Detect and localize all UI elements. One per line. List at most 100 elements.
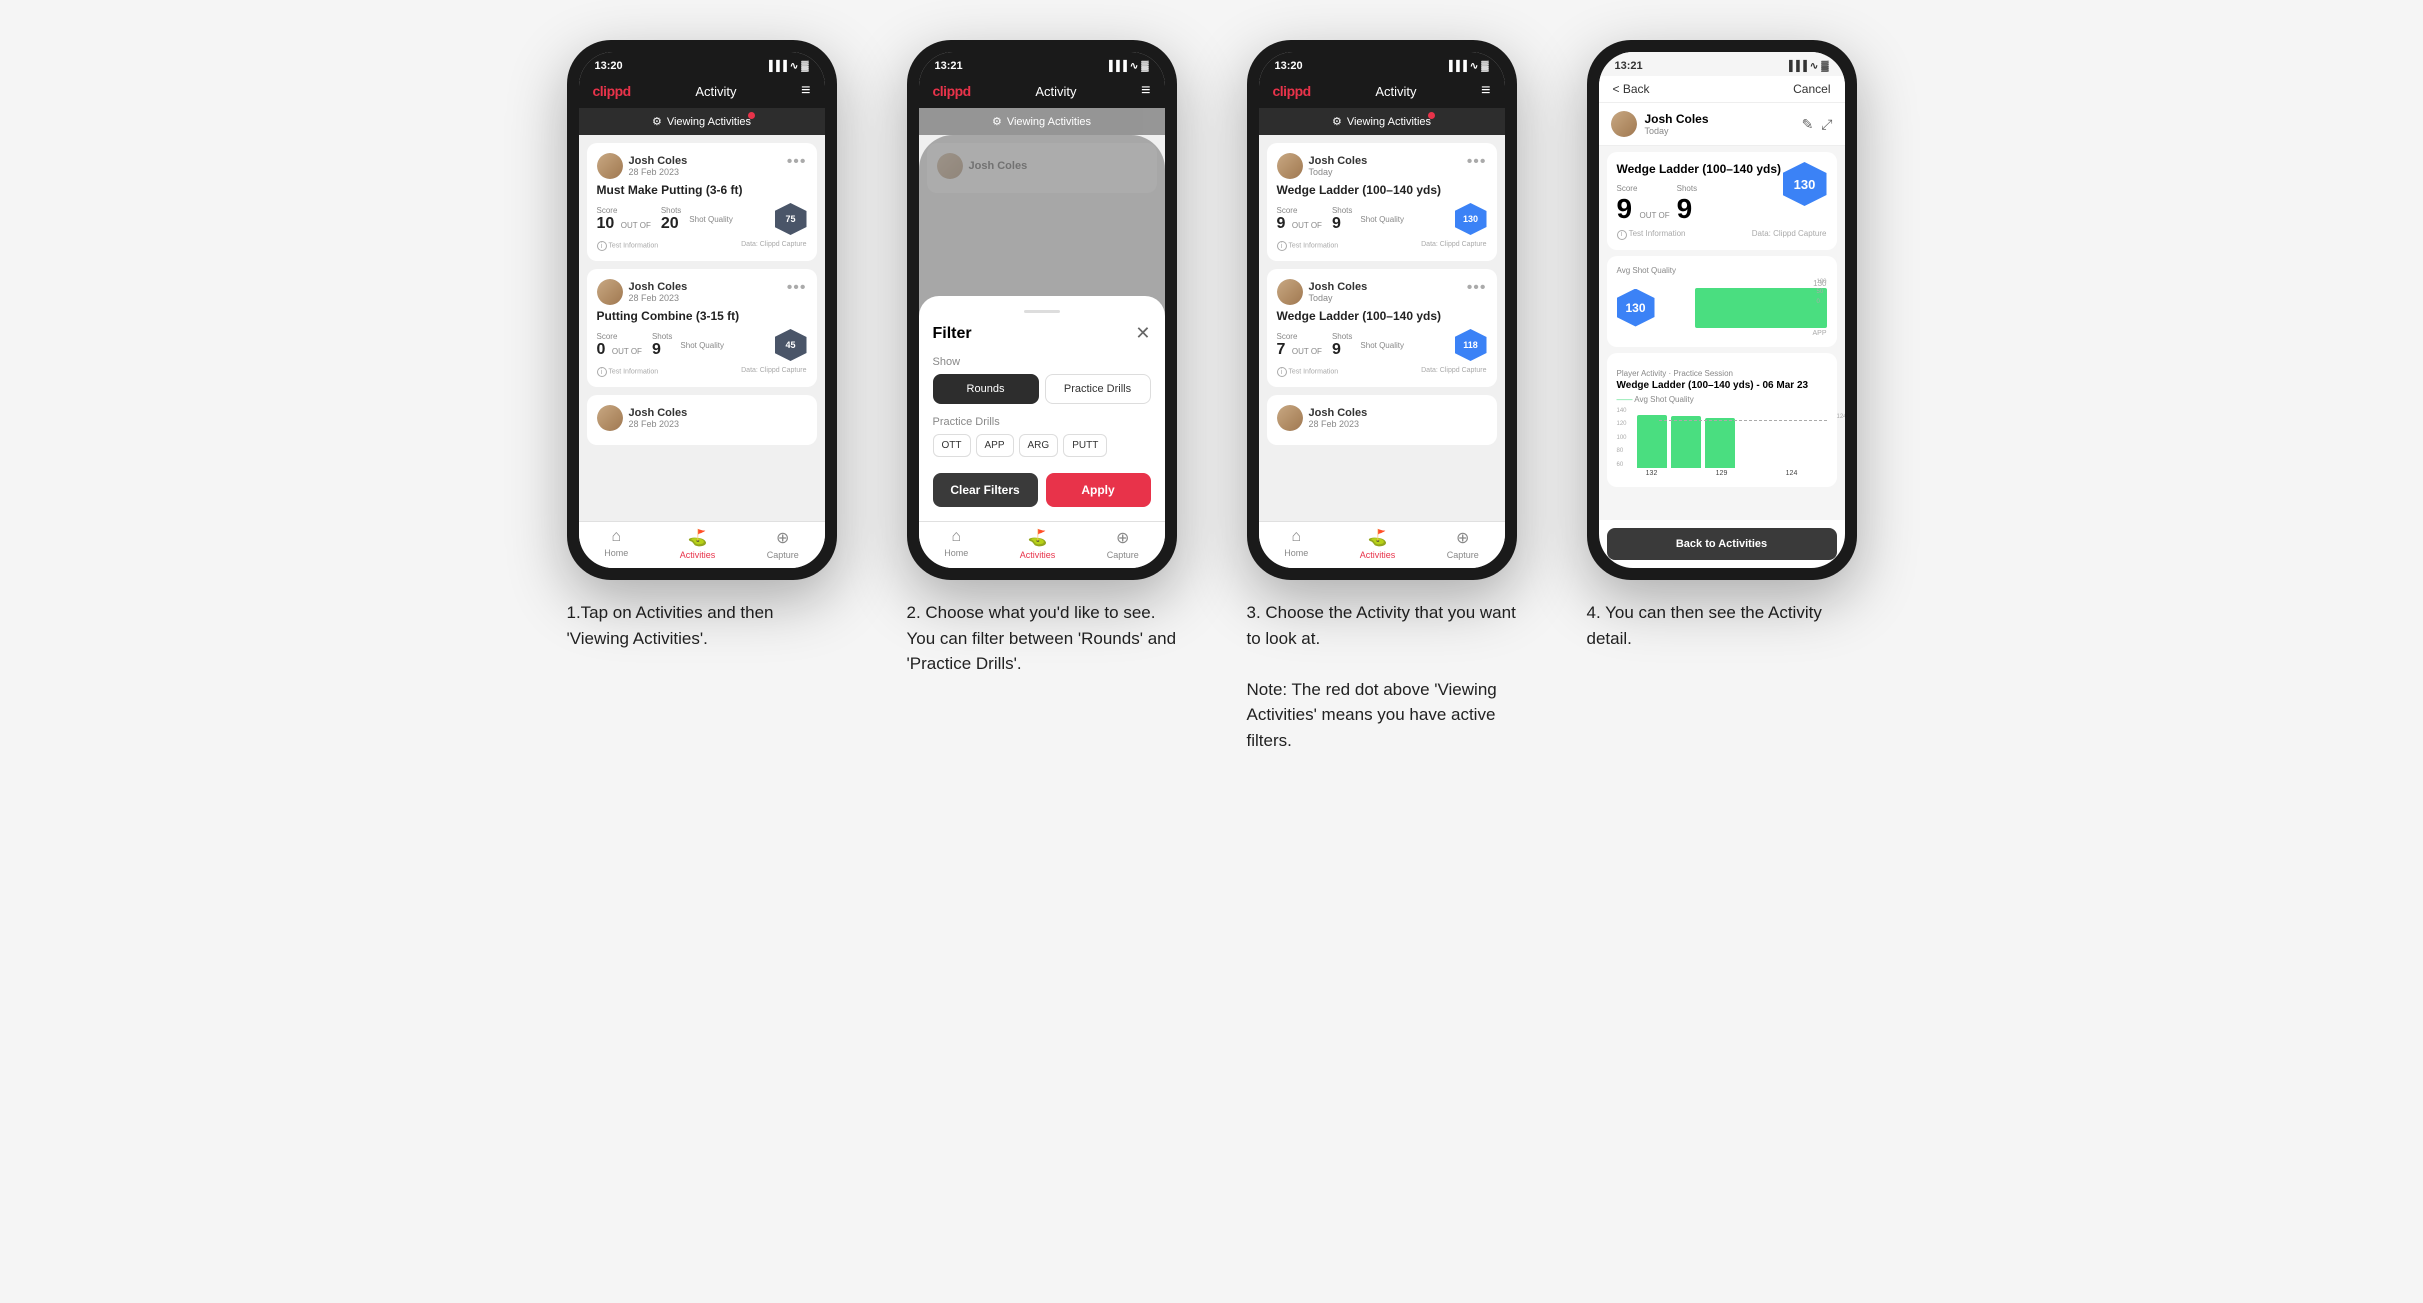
card-footer-1-2: i Test Information Data: Clippd Capture [597, 367, 807, 377]
bottom-nav-home-1[interactable]: ⌂ Home [604, 528, 628, 560]
user-name-1-1: Josh Coles [629, 155, 688, 167]
activity-card-3-2[interactable]: Josh Coles Today ••• Wedge Ladder (100–1… [1267, 269, 1497, 387]
more-icon-3-2[interactable]: ••• [1467, 279, 1487, 297]
battery-icon-1: ▓ [801, 61, 808, 72]
edit-icon-4[interactable]: ✎ [1802, 116, 1814, 133]
caption-4: 4. You can then see the Activity detail. [1587, 600, 1857, 651]
activity-title-3-2: Wedge Ladder (100–140 yds) [1277, 309, 1487, 323]
bottom-nav-activities-1[interactable]: ⛳ Activities [680, 528, 716, 560]
activities-icon-3: ⛳ [1368, 528, 1388, 548]
menu-icon-3[interactable]: ≡ [1481, 82, 1490, 100]
expand-icon-4[interactable]: ⤢ [1821, 116, 1832, 133]
avg-quality-hex-4: 130 [1617, 289, 1655, 327]
menu-icon-1[interactable]: ≡ [801, 82, 810, 100]
filter-actions-2: Clear Filters Apply [933, 473, 1151, 507]
out-of-1-2: OUT OF [612, 347, 642, 356]
show-label-2: Show [933, 356, 1151, 368]
bottom-nav-1: ⌂ Home ⛳ Activities ⊕ Capture [579, 521, 825, 568]
capture-label-3: Capture [1447, 550, 1479, 560]
filter-handle-2 [1024, 310, 1060, 313]
avatar-3-2 [1277, 279, 1303, 305]
detail-out-of-4: OUT OF [1640, 211, 1670, 220]
detail-activity-title-4: Wedge Ladder (100–140 yds) [1617, 162, 1783, 176]
shots-value-3-1: 9 [1332, 215, 1341, 232]
clear-filters-btn-2[interactable]: Clear Filters [933, 473, 1038, 507]
drill-app-2[interactable]: APP [976, 434, 1014, 457]
footer-right-3-2: Data: Clippd Capture [1421, 367, 1486, 377]
apply-btn-2[interactable]: Apply [1046, 473, 1151, 507]
user-date-1-1: 28 Feb 2023 [629, 167, 688, 177]
filter-overlay-2: Filter ✕ Show Rounds Practice Drills Pra… [919, 135, 1165, 521]
phone-section-1: 13:20 ▐▐▐ ∿ ▓ clippd Activity ≡ ⚙ View [552, 40, 852, 651]
footer-left-1-1: i Test Information [597, 241, 659, 251]
bottom-nav-capture-1[interactable]: ⊕ Capture [767, 528, 799, 560]
capture-label-2: Capture [1107, 550, 1139, 560]
bar-label-1: 129 [1687, 470, 1757, 477]
red-dot-1 [748, 112, 755, 119]
more-icon-3-1[interactable]: ••• [1467, 153, 1487, 171]
bar-label-0: 132 [1617, 470, 1687, 477]
more-icon-1-2[interactable]: ••• [787, 279, 807, 297]
viewing-activities-bar-3[interactable]: ⚙ Viewing Activities [1259, 108, 1505, 135]
more-icon-1-1[interactable]: ••• [787, 153, 807, 171]
user-name-3-2: Josh Coles [1309, 281, 1368, 293]
bar-labels-4: 132129124 [1617, 470, 1827, 477]
bottom-nav-3: ⌂ Home ⛳ Activities ⊕ Capture [1259, 521, 1505, 568]
activity-card-3-1[interactable]: Josh Coles Today ••• Wedge Ladder (100–1… [1267, 143, 1497, 261]
caption-3: 3. Choose the Activity that you want to … [1247, 600, 1517, 753]
status-time-4: 13:21 [1615, 60, 1643, 72]
user-date-1-2: 28 Feb 2023 [629, 293, 688, 303]
back-to-activities-btn-4[interactable]: Back to Activities [1607, 528, 1837, 560]
card-header-1-2: Josh Coles 28 Feb 2023 ••• [597, 279, 807, 305]
shots-value-1-1: 20 [661, 215, 679, 232]
stats-row-3-2: Score 7 OUT OF Shots 9 Shot Quality [1277, 329, 1487, 361]
activity-card-1-1[interactable]: Josh Coles 28 Feb 2023 ••• Must Make Put… [587, 143, 817, 261]
capture-icon-3: ⊕ [1456, 528, 1469, 548]
avatar-3-1 [1277, 153, 1303, 179]
bottom-nav-capture-3[interactable]: ⊕ Capture [1447, 528, 1479, 560]
viewing-icon-3: ⚙ [1332, 115, 1342, 128]
viewing-activities-bar-1[interactable]: ⚙ Viewing Activities [579, 108, 825, 135]
bottom-nav-activities-2[interactable]: ⛳ Activities [1020, 528, 1056, 560]
drill-ott-2[interactable]: OTT [933, 434, 971, 457]
detail-info-icon-4: i [1617, 230, 1627, 240]
shots-label-1-2: Shots [652, 332, 672, 341]
quality-label-1-1: Shot Quality [689, 215, 733, 224]
bottom-nav-activities-3[interactable]: ⛳ Activities [1360, 528, 1396, 560]
bar-2 [1705, 418, 1735, 468]
detail-shots-label-4: Shots [1677, 184, 1697, 193]
chart-bar-area-4 [1695, 288, 1826, 328]
activity-card-1-2[interactable]: Josh Coles 28 Feb 2023 ••• Putting Combi… [587, 269, 817, 387]
quality-hex-1-1: 75 [775, 203, 807, 235]
footer-right-1-1: Data: Clippd Capture [741, 241, 806, 251]
card-header-3-3: Josh Coles 28 Feb 2023 [1277, 405, 1487, 431]
signal-icon-1: ▐▐▐ [766, 61, 787, 72]
user-name-3-1: Josh Coles [1309, 155, 1368, 167]
rounds-btn-2[interactable]: Rounds [933, 374, 1039, 404]
bottom-nav-capture-2[interactable]: ⊕ Capture [1107, 528, 1139, 560]
card-header-1-1: Josh Coles 28 Feb 2023 ••• [597, 153, 807, 179]
close-icon-2[interactable]: ✕ [1135, 323, 1150, 344]
detail-score-4: 9 [1617, 193, 1633, 224]
quality-hex-3-2: 118 [1455, 329, 1487, 361]
screen-content-1: Josh Coles 28 Feb 2023 ••• Must Make Put… [579, 135, 825, 521]
activities-icon-2: ⛳ [1028, 528, 1048, 548]
drill-putt-2[interactable]: PUTT [1063, 434, 1107, 457]
score-label-3-2: Score [1277, 332, 1324, 341]
bottom-nav-home-3[interactable]: ⌂ Home [1284, 528, 1308, 560]
signal-icon-3: ▐▐▐ [1446, 61, 1467, 72]
bottom-nav-home-2[interactable]: ⌂ Home [944, 528, 968, 560]
out-of-1-1: OUT OF [621, 221, 651, 230]
menu-icon-2[interactable]: ≡ [1141, 82, 1150, 100]
card-footer-3-1: i Test Information Data: Clippd Capture [1277, 241, 1487, 251]
home-label-1: Home [604, 548, 628, 558]
practice-section-label-2: Practice Drills [933, 416, 1151, 428]
back-button-4[interactable]: < Back [1613, 82, 1650, 96]
drill-arg-2[interactable]: ARG [1019, 434, 1059, 457]
avatar-1-2 [597, 279, 623, 305]
practice-btn-2[interactable]: Practice Drills [1045, 374, 1151, 404]
detail-content-4: Wedge Ladder (100–140 yds) Score 9 OUT O… [1599, 146, 1845, 520]
page-container: 13:20 ▐▐▐ ∿ ▓ clippd Activity ≡ ⚙ View [552, 40, 1872, 753]
bar-label-2: 124 [1757, 470, 1827, 477]
cancel-button-4[interactable]: Cancel [1793, 82, 1830, 96]
